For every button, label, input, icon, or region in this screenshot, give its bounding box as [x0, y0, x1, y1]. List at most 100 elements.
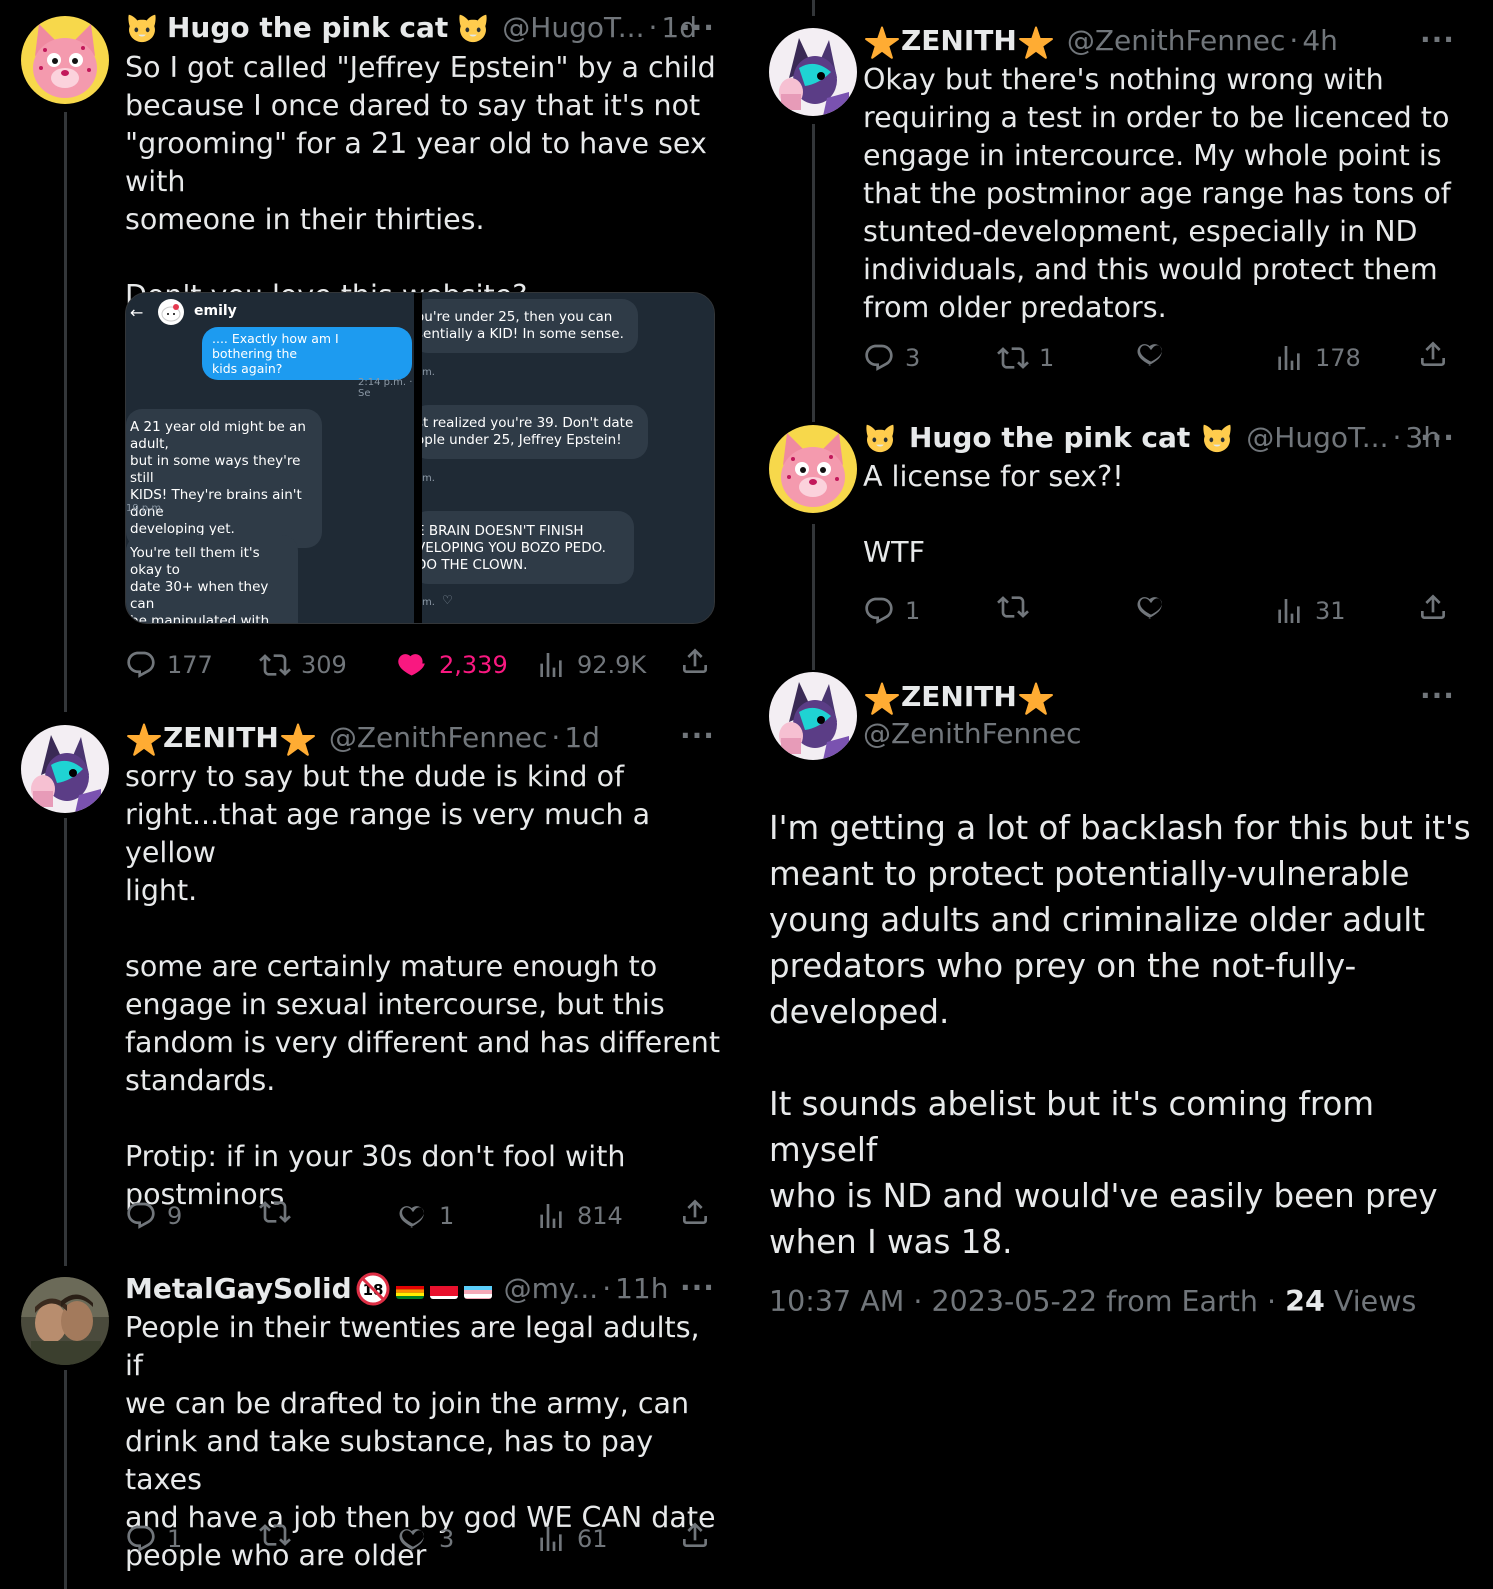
like-button[interactable]: 3: [397, 1519, 454, 1559]
star-icon: [863, 22, 901, 60]
share-button[interactable]: [1417, 338, 1459, 370]
more-options-icon[interactable]: ···: [680, 14, 715, 42]
avatar-zenith[interactable]: [21, 725, 109, 813]
more-options-icon[interactable]: ···: [1420, 26, 1455, 54]
reply-button[interactable]: 177: [125, 645, 213, 685]
timestamp[interactable]: 11h: [615, 1271, 668, 1307]
message-timestamp: 19 p.m.: [126, 503, 165, 514]
display-name[interactable]: ZENITH: [163, 720, 279, 756]
heart-icon: [1135, 591, 1167, 623]
display-name[interactable]: Hugo the pink cat: [167, 10, 448, 46]
message-timestamp: 2:14 p.m. · Se: [358, 377, 413, 399]
views-icon: [1273, 595, 1305, 627]
pink-cat-avatar-icon: [21, 16, 109, 104]
avatar-zenith[interactable]: [769, 672, 857, 760]
reply-button[interactable]: 1: [125, 1519, 182, 1559]
like-button[interactable]: [1135, 591, 1177, 623]
views-icon: [535, 1523, 567, 1555]
retweet-button[interactable]: [997, 591, 1039, 623]
fennec-avatar-icon: [21, 725, 109, 813]
share-button[interactable]: [1417, 591, 1459, 623]
separator-dot: ·: [1392, 421, 1402, 454]
share-button[interactable]: [679, 645, 721, 677]
avatar-zenith[interactable]: [769, 28, 857, 116]
timestamp[interactable]: 4h: [1302, 23, 1338, 59]
like-button[interactable]: 1: [397, 1196, 454, 1236]
tweet-text: Okay but there's nothing wrong with requ…: [863, 63, 1451, 324]
display-name[interactable]: Hugo the pink cat: [909, 420, 1190, 456]
views-button[interactable]: 178: [1273, 338, 1361, 378]
heart-icon: [397, 1523, 429, 1555]
red-white-flag-icon: [429, 1279, 458, 1299]
views-button[interactable]: 61: [535, 1519, 608, 1559]
avatar-metalgaysolid[interactable]: [21, 1277, 109, 1365]
views-button[interactable]: 814: [535, 1196, 623, 1236]
left-column: Hugo the pink cat @HugoT... · 1d ··· So …: [0, 0, 740, 1589]
handle[interactable]: @HugoT...: [502, 10, 644, 46]
views-button[interactable]: 31: [1273, 591, 1346, 631]
reply-button[interactable]: 3: [863, 338, 920, 378]
handle[interactable]: @ZenithFennec: [1067, 23, 1286, 59]
star-icon: [1017, 22, 1055, 60]
tweet-actions: 1 3 61: [125, 1519, 725, 1559]
message-timestamp: m.: [422, 597, 435, 608]
retweet-button[interactable]: [259, 1196, 301, 1228]
like-button[interactable]: [1135, 338, 1177, 370]
share-icon: [1417, 591, 1449, 623]
retweet-icon: [997, 342, 1029, 374]
more-options-icon[interactable]: ···: [1420, 682, 1455, 710]
like-count: 2,339: [439, 651, 508, 679]
handle[interactable]: @ZenithFennec: [329, 720, 548, 756]
share-button[interactable]: [679, 1519, 721, 1551]
message-timestamp: m.: [422, 367, 435, 378]
views-icon: [1273, 342, 1305, 374]
message-bubble: .... Exactly how am I bothering the kids…: [202, 327, 412, 380]
tweet-actions: 1 31: [863, 591, 1463, 631]
chat-contact-name: emily: [194, 303, 237, 319]
retweet-button[interactable]: 1: [997, 338, 1054, 378]
avatar-hugo[interactable]: [769, 425, 857, 513]
reply-count: 1: [167, 1525, 183, 1553]
back-arrow-icon: ←: [130, 303, 144, 322]
more-options-icon[interactable]: ···: [1420, 424, 1455, 452]
tweet-header: ZENITH @ZenithFennec · 4h: [863, 22, 1338, 60]
like-button[interactable]: 2,339: [397, 645, 508, 685]
reply-count: 9: [167, 1202, 183, 1230]
retweet-button[interactable]: [259, 1519, 301, 1551]
handle[interactable]: @HugoT...: [1246, 420, 1388, 456]
tweet-text: I'm getting a lot of backlash for this b…: [769, 809, 1471, 1261]
display-name[interactable]: MetalGaySolid: [125, 1271, 352, 1307]
display-name[interactable]: ZENITH: [901, 679, 1017, 715]
message-bubble: You're tell them it's okay to date 30+ w…: [126, 535, 298, 623]
fennec-avatar-icon: [769, 28, 857, 116]
share-button[interactable]: [679, 1196, 721, 1228]
timestamp[interactable]: 1d: [564, 720, 600, 756]
cat-face-icon: [125, 11, 159, 45]
more-options-icon[interactable]: ···: [680, 722, 715, 750]
reply-button[interactable]: 1: [863, 591, 920, 631]
share-icon: [679, 645, 711, 677]
react-icon: ♡: [442, 593, 453, 607]
tweet-datetime[interactable]: 10:37 AM · 2023-05-22 from Earth ·: [769, 1285, 1276, 1318]
more-options-icon[interactable]: ···: [680, 1274, 715, 1302]
retweet-button[interactable]: 309: [259, 645, 347, 685]
transgender-flag-icon: [463, 1279, 492, 1299]
views-button[interactable]: 92.9K: [535, 645, 646, 685]
reply-button[interactable]: 9: [125, 1196, 182, 1236]
handle[interactable]: @ZenithFennec: [863, 716, 1082, 752]
photo-avatar-icon: [21, 1277, 109, 1365]
tweet-actions: 9 1 814: [125, 1196, 725, 1236]
right-column: ZENITH @ZenithFennec · 4h ··· Okay but t…: [740, 0, 1493, 1589]
view-count: 31: [1315, 597, 1346, 625]
tweet-actions: 3 1 178: [863, 338, 1463, 378]
display-name[interactable]: ZENITH: [901, 23, 1017, 59]
attached-screenshot[interactable]: ← emily .... Exactly how am I bothering …: [125, 292, 715, 624]
share-icon: [679, 1519, 711, 1551]
reply-icon: [863, 595, 895, 627]
no-under-18-icon: 18: [356, 1272, 390, 1306]
thread-line: [64, 818, 67, 1266]
fennec-avatar-icon: [769, 672, 857, 760]
handle[interactable]: @my...: [504, 1271, 599, 1307]
avatar-hugo[interactable]: [21, 16, 109, 104]
star-icon: [863, 678, 901, 716]
